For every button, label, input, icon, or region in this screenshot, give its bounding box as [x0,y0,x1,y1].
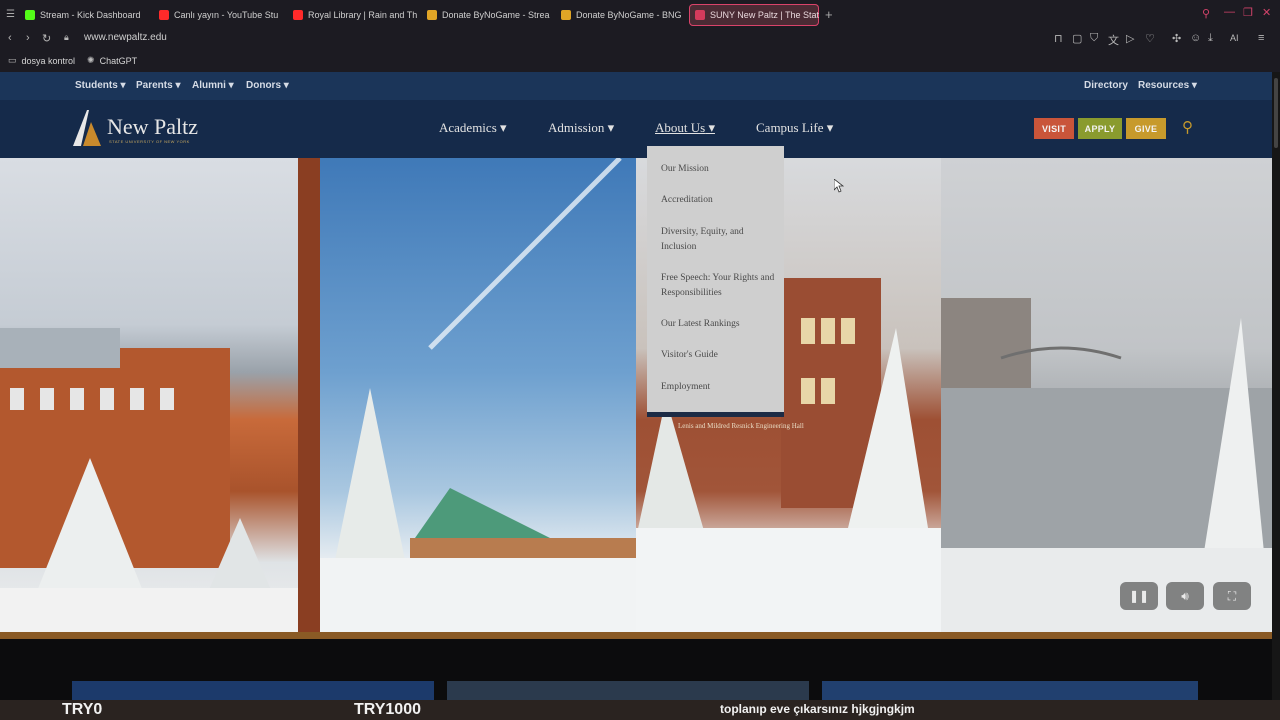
dropdown-item-employment[interactable]: Employment [661,380,776,395]
browser-tab[interactable]: Donate ByNoGame - BNG [555,4,685,26]
ai-button[interactable]: AI [1230,33,1239,43]
scrollbar-thumb[interactable] [1274,78,1278,148]
mouse-cursor-icon [834,179,844,193]
nav-campus-life[interactable]: Campus Life ▾ [756,120,833,136]
snapshot-icon[interactable]: ▷ [1126,32,1134,45]
tab-label: Donate ByNoGame - BNG [575,9,682,20]
tab-favicon-icon [158,9,169,20]
nav-admission[interactable]: Admission ▾ [548,120,614,136]
reload-icon[interactable]: ↻ [42,32,51,45]
tab-favicon-icon [292,9,303,20]
minimize-icon[interactable]: — [1224,6,1235,18]
browser-tab[interactable]: SUNY New Paltz | The Stat [688,3,819,26]
util-directory[interactable]: Directory [1084,80,1128,91]
volume-icon: 🔊︎ [1181,588,1189,603]
main-nav: New Paltz STATE UNIVERSITY OF NEW YORK A… [0,100,1272,158]
overlay-text-right: toplanıp eve çıkarsınız hjkgjngkjm [720,702,915,716]
apply-button[interactable]: APPLY [1078,118,1122,139]
dropdown-item-visitors-guide[interactable]: Visitor's Guide [661,348,776,363]
tab-bar: ☰ Stream - Kick Dashboard Canlı yayın - Y… [0,0,1280,29]
forward-icon[interactable]: › [26,32,30,44]
fullscreen-button[interactable]: ⛶ [1213,582,1251,610]
hero-image: Lenis and Mildred Resnick Engineering Ha… [0,158,1272,634]
bookmark-item[interactable]: ✺ ChatGPT [87,55,137,66]
tab-label: SUNY New Paltz | The Stat [709,9,819,20]
url-text[interactable]: www.newpaltz.edu [84,32,167,43]
utility-bar: Students ▾ Parents ▾ Alumni ▾ Donors ▾ D… [0,72,1272,100]
menu-icon[interactable]: ≡ [1258,32,1264,44]
util-resources[interactable]: Resources ▾ [1138,80,1197,91]
profile-icon[interactable]: ☺ [1190,32,1201,44]
tab-label: Canlı yayın - YouTube Stu [173,9,279,20]
mute-button[interactable]: 🔊︎ [1166,582,1204,610]
heart-icon[interactable]: ♡ [1145,32,1155,45]
translate-icon[interactable]: 文 [1108,32,1119,48]
bookmark-item[interactable]: ▭ dosya kontrol [8,55,75,66]
tab-label: Stream - Kick Dashboard [39,9,141,20]
util-students[interactable]: Students ▾ [75,80,126,91]
nav-academics[interactable]: Academics ▾ [439,120,507,136]
util-alumni[interactable]: Alumni ▾ [192,80,234,91]
util-donors[interactable]: Donors ▾ [246,80,289,91]
tab-label: Royal Library | Rain and Th [307,9,417,20]
give-button[interactable]: GIVE [1126,118,1166,139]
tab-menu-icon[interactable]: ☰ [6,9,15,20]
tab-favicon-icon [694,9,705,20]
bookmarks-bar: ▭ dosya kontrol ✺ ChatGPT [0,49,1280,72]
hero-panel-sky [320,158,636,634]
building-sign: Lenis and Mildred Resnick Engineering Ha… [678,422,804,430]
dropdown-item-accreditation[interactable]: Accreditation [661,193,776,208]
tab-favicon-icon [560,9,571,20]
bookmark-icon[interactable]: ⊓ [1054,32,1063,45]
site-logo[interactable]: New Paltz STATE UNIVERSITY OF NEW YORK [73,110,198,151]
tab-label: Donate ByNoGame - Strea [441,9,550,20]
lock-icon: 🔒︎ [64,32,69,42]
folder-icon: ▭ [8,55,17,65]
address-bar: ‹ › ↻ 🔒︎ www.newpaltz.edu ⊓ ▢ ⛉ 文 ▷ ♡ ✣ … [0,29,1280,49]
about-us-dropdown: Our Mission Accreditation Diversity, Equ… [647,146,784,417]
download-icon[interactable]: ⤓ [1208,32,1213,45]
maximize-icon[interactable]: ❐ [1243,6,1253,19]
overlay-text-left: TRY0 [62,701,103,718]
close-icon[interactable]: ✕ [1262,6,1271,19]
accent-stripe [0,632,1272,639]
hero-chimney [298,158,320,634]
scrollbar[interactable] [1272,72,1280,720]
browser-tab[interactable]: Canlı yayın - YouTube Stu [153,4,283,26]
search-icon[interactable]: ⚲ [1202,7,1210,20]
browser-tab[interactable]: Royal Library | Rain and Th [287,4,417,26]
nav-about-us[interactable]: About Us ▾ [655,120,715,136]
tab-favicon-icon [426,9,437,20]
chatgpt-icon: ✺ [87,55,95,65]
tab-favicon-icon [24,9,35,20]
new-tab-button[interactable]: + [825,7,833,22]
dropdown-item-free-speech[interactable]: Free Speech: Your Rights and Responsibil… [661,271,776,301]
browser-tab[interactable]: Donate ByNoGame - Strea [421,4,551,26]
dropdown-item-our-mission[interactable]: Our Mission [661,162,776,177]
pause-button[interactable]: ❚❚ [1120,582,1158,610]
logo-mark-icon [73,110,101,146]
site-search-icon[interactable]: ⚲ [1182,118,1193,136]
back-icon[interactable]: ‹ [8,32,12,44]
overlay-text-mid: TRY1000 [354,701,421,718]
dropdown-item-rankings[interactable]: Our Latest Rankings [661,317,776,332]
util-parents[interactable]: Parents ▾ [136,80,181,91]
hero-panel-pond [941,158,1272,634]
shield-icon[interactable]: ⛉ [1090,32,1098,45]
fullscreen-icon: ⛶ [1227,588,1237,603]
hero-panel-campus [0,158,298,634]
extensions-icon[interactable]: ✣ [1172,32,1181,45]
stream-overlay: TRY0 TRY1000 toplanıp eve çıkarsınız hjk… [0,700,1280,720]
dropdown-item-diversity[interactable]: Diversity, Equity, and Inclusion [661,225,776,255]
website: Students ▾ Parents ▾ Alumni ▾ Donors ▾ D… [0,72,1272,720]
pause-icon: ❚❚ [1128,589,1150,603]
screenshot-icon[interactable]: ▢ [1072,32,1082,45]
visit-button[interactable]: VISIT [1034,118,1074,139]
browser-tab[interactable]: Stream - Kick Dashboard [19,4,149,26]
